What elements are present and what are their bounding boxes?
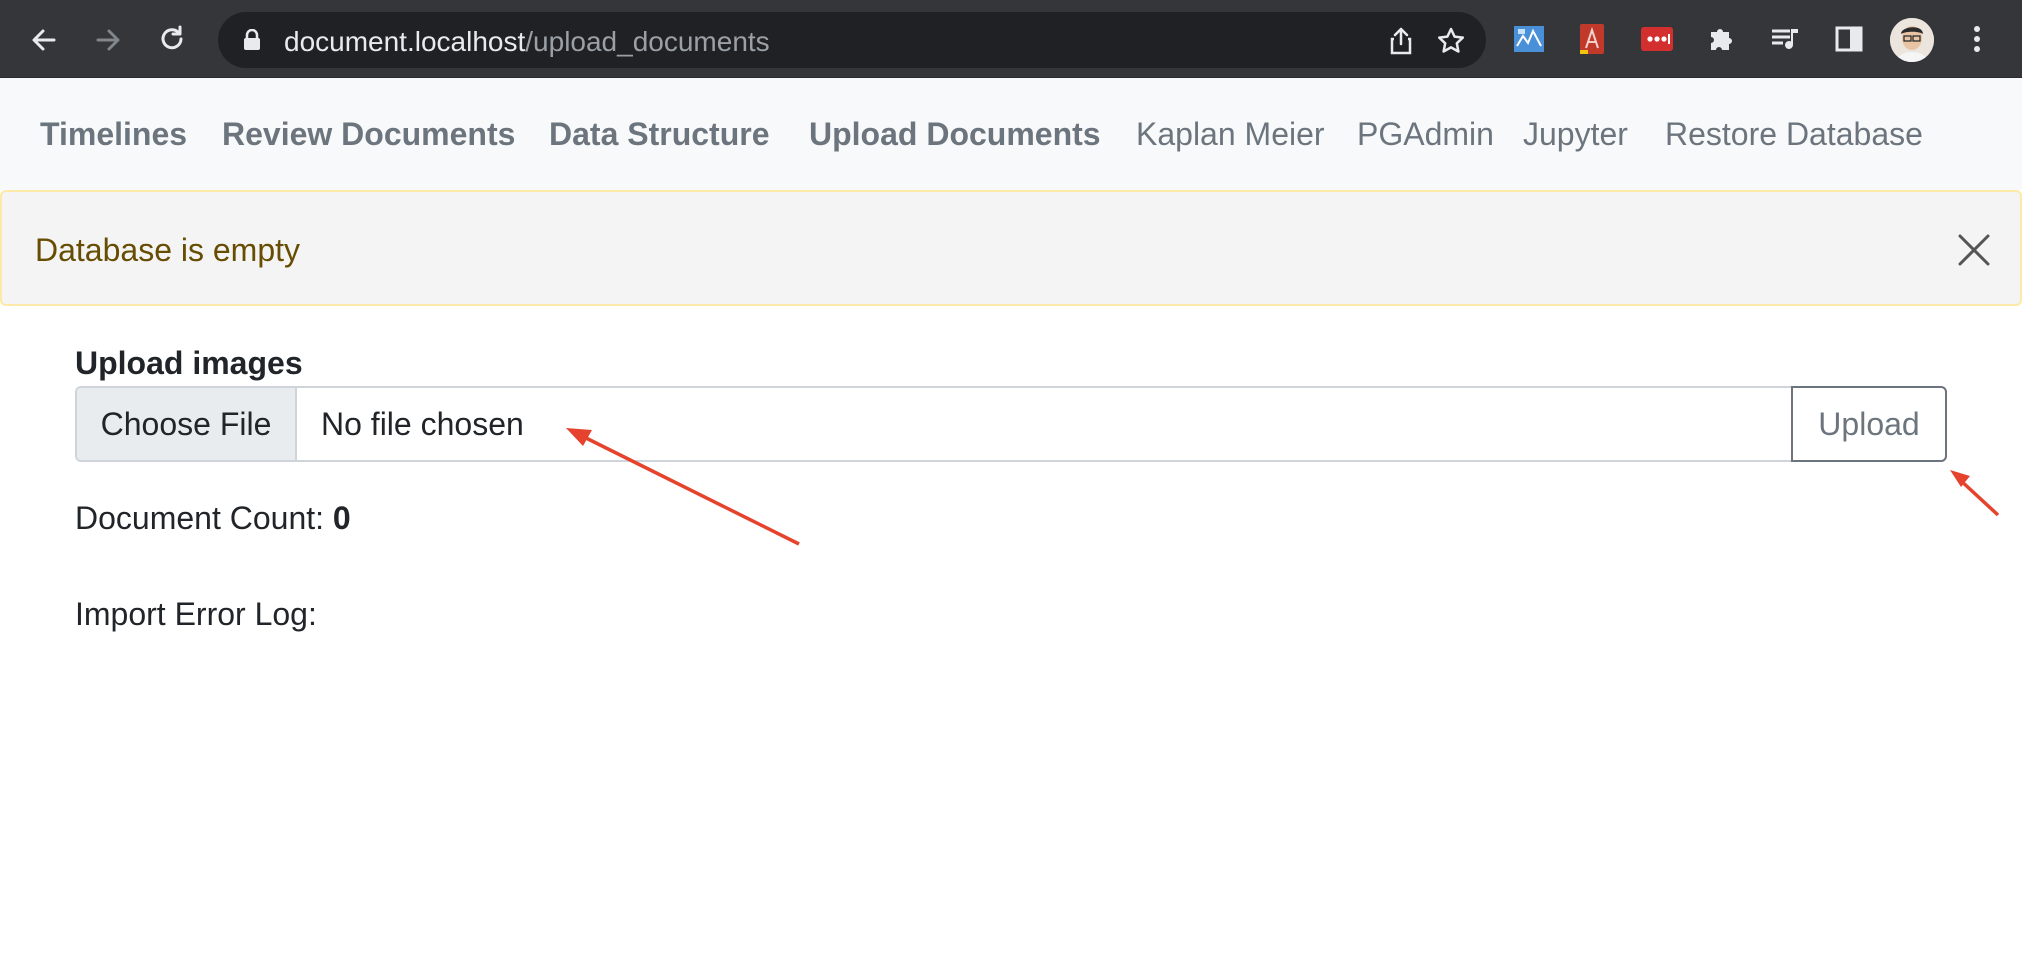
annotation-arrow-upload-button (1950, 470, 2000, 517)
annotation-arrows (566, 428, 2000, 546)
annotation-arrow-file-input (566, 428, 800, 546)
